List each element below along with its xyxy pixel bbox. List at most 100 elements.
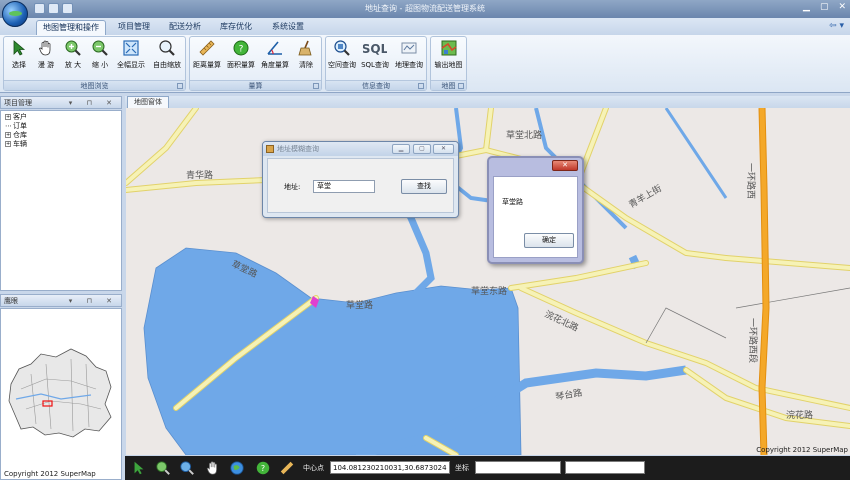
overview-copyright: Copyright 2012 SuperMap (4, 470, 96, 478)
area-icon: ? (233, 40, 249, 56)
group-launcher-icon[interactable] (177, 83, 183, 89)
overview-panel-header: 鹰眼 ▾ ⊓ ✕ (0, 294, 122, 307)
project-panel-header: 项目管理 ▾ ⊓ ✕ (0, 96, 122, 109)
ribbon-group-info-query: 空间查询 SQL SQL查询 地理查询 信息查询 (325, 36, 427, 91)
tab-delivery-analysis[interactable]: 配送分析 (163, 20, 207, 35)
road-label: 草堂路 (346, 299, 373, 311)
distance-measure-button[interactable]: 距离量算 (192, 39, 222, 75)
tab-map-management[interactable]: 地图管理和操作 (36, 20, 106, 35)
zoom-out-button[interactable]: 缩 小 (88, 39, 112, 75)
hand-icon (39, 40, 51, 56)
lake-area (143, 247, 522, 455)
spatial-query-button[interactable]: 空间查询 (327, 39, 357, 75)
tab-inventory-optimization[interactable]: 库存优化 (214, 20, 258, 35)
close-icon[interactable]: ✕ (433, 144, 454, 154)
minimize-icon[interactable]: ▁ (392, 144, 410, 154)
search-button[interactable]: 查找 (401, 179, 447, 194)
application-menu-button[interactable] (2, 1, 28, 27)
geo-query-icon (401, 42, 417, 54)
group-label-info-query: 信息查询 (326, 80, 426, 90)
overview-map[interactable] (1, 309, 121, 479)
group-launcher-icon[interactable] (458, 83, 464, 89)
export-map-icon (441, 40, 456, 56)
address-input[interactable]: 草堂 (313, 180, 375, 193)
magnifier-icon (159, 40, 175, 56)
group-label-measure: 量算 (190, 80, 321, 90)
angle-measure-button[interactable]: 角度量算 (260, 39, 290, 75)
panel-buttons-icon[interactable]: ▾ ⊓ ✕ (69, 295, 118, 307)
spatial-query-icon (334, 40, 350, 56)
maximize-icon[interactable]: ▢ (413, 144, 431, 154)
panel-buttons-icon[interactable]: ▾ ⊓ ✕ (69, 97, 118, 109)
result-message-box: ✕ 草堂路 确定 (487, 156, 584, 264)
select-button[interactable]: 选择 (7, 39, 31, 75)
clear-button[interactable]: 清除 (294, 39, 318, 75)
close-icon[interactable]: ✕ (552, 160, 578, 171)
window-title: 地址查询 - 超图物流配送管理系统 (365, 4, 485, 13)
tab-project-management[interactable]: 项目管理 (112, 20, 156, 35)
message-text: 草堂路 (502, 198, 523, 206)
project-panel: + 客户 ⋯订单 + 仓库 + 车辆 (0, 110, 122, 291)
ribbon-group-measure: 距离量算 ? 面积量算 角度量算 清除 量算 (189, 36, 322, 91)
minimize-icon[interactable]: ▁ (803, 2, 810, 12)
tree-item-order[interactable]: ⋯订单 (5, 122, 27, 131)
arrow-cursor-icon (13, 40, 26, 56)
tree-item-vehicle[interactable]: + 车辆 (5, 140, 27, 149)
sql-icon: SQL (363, 42, 387, 56)
free-zoom-button[interactable]: 自由缩放 (151, 39, 183, 75)
address-dialog-titlebar: 地址模糊查询 ▁ ▢ ✕ (263, 142, 458, 156)
zoom-out-icon (92, 40, 108, 56)
geo-query-button[interactable]: 地理查询 (393, 39, 425, 75)
dialog-app-icon (266, 145, 274, 153)
center-point-field[interactable]: 104.081230210031,30.6873024 (330, 461, 450, 474)
ribbon-group-map-browse: 选择 漫 游 放 大 缩 小 全幅显示 自由缩放 地图浏览 (3, 36, 186, 91)
road-label: 青羊上街 (627, 182, 664, 210)
project-tree: + 客户 ⋯订单 + 仓库 + 车辆 (5, 113, 27, 149)
address-dialog-body: 地址: 草堂 查找 (267, 158, 454, 213)
overview-panel-title: 鹰眼 (4, 297, 18, 305)
tree-item-warehouse[interactable]: + 仓库 (5, 131, 27, 140)
pan-button[interactable]: 漫 游 (34, 39, 58, 75)
ruler-icon (199, 40, 215, 56)
zoom-in-button[interactable]: 放 大 (61, 39, 85, 75)
road-label: 一环路西 (745, 163, 757, 199)
sql-query-button[interactable]: SQL SQL查询 (360, 39, 390, 75)
address-dialog-title: 地址模糊查询 (277, 145, 319, 153)
message-body: 草堂路 确定 (493, 176, 578, 258)
extra-status-field[interactable] (565, 461, 645, 474)
full-extent-button[interactable]: 全幅显示 (115, 39, 147, 75)
address-search-dialog: 地址模糊查询 ▁ ▢ ✕ 地址: 草堂 查找 (262, 141, 459, 218)
globe-icon[interactable] (229, 460, 245, 476)
tab-system-settings[interactable]: 系统设置 (266, 20, 310, 35)
full-extent-icon (123, 40, 139, 56)
coordinate-field[interactable] (475, 461, 561, 474)
export-map-button[interactable]: 输出地图 (432, 39, 465, 75)
expand-icon[interactable]: + (5, 141, 11, 147)
window-controls: ▁ ▢ ✕ (803, 2, 846, 12)
river-ne (664, 108, 728, 199)
zoom-in-icon[interactable] (155, 460, 171, 476)
help-icon[interactable]: ? (255, 460, 271, 476)
hand-icon[interactable] (205, 460, 221, 476)
road-label: 草堂北路 (506, 129, 542, 141)
project-panel-title: 项目管理 (4, 99, 32, 107)
expand-icon[interactable]: + (5, 132, 11, 138)
group-launcher-icon[interactable] (418, 83, 424, 89)
group-launcher-icon[interactable] (313, 83, 319, 89)
road-label: 青华路 (186, 169, 213, 181)
ok-button[interactable]: 确定 (524, 233, 574, 248)
arrow-cursor-icon[interactable] (131, 460, 147, 476)
close-icon[interactable]: ✕ (838, 2, 846, 12)
expand-icon[interactable]: + (5, 114, 11, 120)
tree-item-customer[interactable]: + 客户 (5, 113, 27, 122)
zoom-out-icon[interactable] (179, 460, 195, 476)
area-measure-button[interactable]: ? 面积量算 (226, 39, 256, 75)
title-bar: 地址查询 - 超图物流配送管理系统 ▁ ▢ ✕ (0, 0, 850, 18)
nav-arrows-icon[interactable]: ⇦ ▾ (829, 21, 844, 31)
road-label: 浣花路 (786, 409, 813, 421)
svg-text:?: ? (239, 45, 244, 55)
road-label: 一环路西段 (747, 318, 759, 363)
tab-map-window[interactable]: 地图窗体 (127, 96, 169, 108)
maximize-icon[interactable]: ▢ (820, 2, 829, 12)
ruler-icon[interactable] (279, 460, 295, 476)
